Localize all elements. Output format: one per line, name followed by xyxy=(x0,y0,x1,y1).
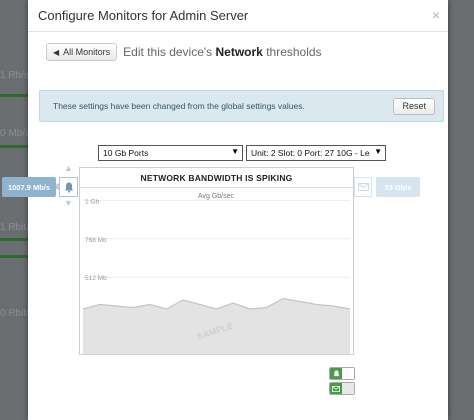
chart-title: Avg Gb/sec xyxy=(198,193,235,200)
y-tick-label: 1 Gb xyxy=(85,198,99,205)
bell-icon xyxy=(333,370,339,376)
alert-message: These settings have been changed from th… xyxy=(53,101,305,111)
subheader-suffix: thresholds xyxy=(262,45,322,59)
bg-line xyxy=(0,255,28,258)
subheader: ◀ All Monitors Edit this device's Networ… xyxy=(46,43,322,61)
arrow-up-icon[interactable]: ▲ xyxy=(64,163,73,173)
bell-icon xyxy=(64,182,73,193)
email-toggle[interactable] xyxy=(329,382,355,395)
bg-line xyxy=(0,238,28,241)
toggle-on-segment xyxy=(330,368,342,379)
configure-monitors-modal: Configure Monitors for Admin Server × ◀ … xyxy=(2,0,448,420)
port-type-select[interactable]: 10 Gb Ports ▼ xyxy=(98,145,243,161)
modal-header: Configure Monitors for Admin Server × xyxy=(28,0,448,32)
reset-button[interactable]: Reset xyxy=(393,97,435,115)
arrow-down-icon[interactable]: ▼ xyxy=(64,198,73,208)
chevron-down-icon: ▼ xyxy=(231,147,239,156)
all-monitors-label: All Monitors xyxy=(63,47,111,57)
threshold-value-badge[interactable]: 1007.9 Mb/s xyxy=(2,177,56,197)
bg-line xyxy=(0,94,28,97)
toggle-on-segment xyxy=(330,383,342,394)
notification-toggle-on[interactable] xyxy=(329,367,355,380)
modal-title: Configure Monitors for Admin Server xyxy=(38,8,249,23)
envelope-icon xyxy=(357,183,369,191)
preview-title: NETWORK BANDWIDTH IS SPIKING xyxy=(80,168,353,188)
chevron-down-icon: ▼ xyxy=(374,147,382,156)
interface-select[interactable]: Unit: 2 Slot: 0 Port: 27 10G - Le ▼ xyxy=(246,145,386,161)
y-tick-label: 512 Mb xyxy=(85,275,107,282)
bg-line xyxy=(0,145,28,148)
subheader-prefix: Edit this device's xyxy=(123,45,216,59)
upper-threshold-badge: 33 Gb/s xyxy=(376,177,420,197)
subheader-text: Edit this device's Network thresholds xyxy=(123,45,321,59)
toggle-off-segment xyxy=(342,368,354,379)
alert-preview-card: NETWORK BANDWIDTH IS SPIKING 1 Gb 768 Mb 5… xyxy=(79,167,354,355)
bg-label: 1 Rb/s xyxy=(0,70,29,81)
all-monitors-button[interactable]: ◀ All Monitors xyxy=(46,43,118,61)
settings-changed-alert: These settings have been changed from th… xyxy=(39,90,444,122)
email-icon-disabled xyxy=(354,177,372,197)
bg-label: 0 Mb/s xyxy=(0,128,31,139)
interface-value: Unit: 2 Slot: 0 Port: 27 10G - Le xyxy=(251,148,370,158)
close-icon[interactable]: × xyxy=(432,8,440,22)
subheader-device-type: Network xyxy=(215,45,263,59)
bandwidth-chart: 1 Gb768 Mb512 Mb256 MbAvg Gb/secSAMPLE xyxy=(80,189,353,354)
chevron-left-icon: ◀ xyxy=(53,47,60,57)
alert-bell-button[interactable] xyxy=(59,177,78,197)
bandwidth-chart-svg: 1 Gb768 Mb512 Mb256 MbAvg Gb/secSAMPLE xyxy=(82,193,351,354)
y-tick-label: 768 Mb xyxy=(85,237,107,244)
envelope-icon xyxy=(332,385,340,392)
toggle-off-segment xyxy=(342,383,354,394)
port-type-value: 10 Gb Ports xyxy=(103,148,149,158)
